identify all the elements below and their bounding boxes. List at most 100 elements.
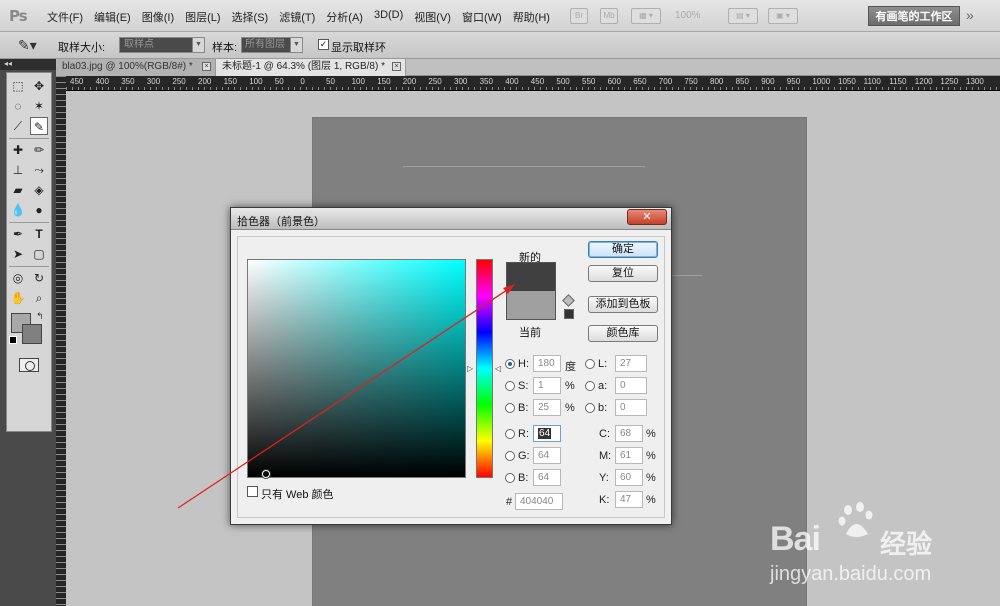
magenta-input[interactable]: 61 <box>615 447 643 464</box>
zoom-tool-icon[interactable]: ⌕ <box>30 289 48 307</box>
path-selection-tool-icon[interactable]: ➤ <box>9 245 27 263</box>
tab-bla03[interactable]: bla03.jpg @ 100%(RGB/8#) * × <box>56 59 216 76</box>
saturation-input[interactable]: 1 <box>533 377 561 394</box>
menu-window[interactable]: 窗口(W) <box>457 9 508 25</box>
3d-orbit-tool-icon[interactable]: ↻ <box>30 269 48 287</box>
hue-radio[interactable] <box>505 359 515 369</box>
hue-slider-arrow-right-icon[interactable]: ◁ <box>495 364 501 373</box>
jingyan-watermark-text: 经验 <box>880 529 933 559</box>
clone-stamp-tool-icon[interactable]: ⊥ <box>9 161 27 179</box>
close-icon[interactable]: × <box>202 62 211 71</box>
workspace-switcher-button[interactable]: 有画笔的工作区 <box>868 6 960 26</box>
pen-tool-icon[interactable]: ✒ <box>9 225 27 243</box>
green-radio[interactable] <box>505 451 515 461</box>
menu-3d[interactable]: 3D(D) <box>369 9 409 25</box>
add-to-swatches-button[interactable]: 添加到色板 <box>588 296 658 313</box>
quick-mask-button[interactable] <box>19 358 39 372</box>
hex-label: # <box>506 496 513 508</box>
healing-brush-tool-icon[interactable]: ✚ <box>9 141 27 159</box>
close-icon[interactable]: × <box>392 62 401 71</box>
zoom-level[interactable]: 100% <box>675 10 701 21</box>
ruler-tick-label: 100 <box>249 77 263 86</box>
show-ring-checkbox[interactable]: ✓ <box>318 39 329 50</box>
move-tool-icon[interactable]: ✥ <box>30 77 48 95</box>
menu-filter[interactable]: 滤镜(T) <box>274 9 321 25</box>
ruler-tick-label: 500 <box>556 77 570 86</box>
red-input[interactable]: 64 <box>533 425 561 442</box>
lab-a-radio[interactable] <box>585 381 595 391</box>
menu-view[interactable]: 视图(V) <box>409 9 457 25</box>
sample-size-select[interactable]: 取样点 ▼ <box>119 37 205 53</box>
shape-tool-icon[interactable]: ▢ <box>30 245 48 263</box>
red-radio[interactable] <box>505 429 515 439</box>
hue-slider[interactable] <box>476 259 493 478</box>
black-input[interactable]: 47 <box>615 491 643 508</box>
lab-b-radio[interactable] <box>585 403 595 413</box>
yellow-label: Y: <box>599 472 609 484</box>
paint-bucket-tool-icon[interactable]: ◈ <box>30 181 48 199</box>
green-input[interactable]: 64 <box>533 447 561 464</box>
eyedropper-tool-icon[interactable]: ✎ <box>30 117 48 135</box>
lab-l-radio[interactable] <box>585 359 595 369</box>
ruler-tick-label: 350 <box>121 77 135 86</box>
web-safe-color-swatch[interactable] <box>564 309 574 319</box>
cyan-input[interactable]: 68 <box>615 425 643 442</box>
mini-bridge-icon[interactable]: Mb <box>600 8 618 24</box>
default-colors-icon[interactable] <box>9 336 17 344</box>
current-color-preview[interactable] <box>506 291 556 320</box>
saturation-brightness-field[interactable] <box>247 259 466 478</box>
swap-colors-icon[interactable]: ↰ <box>36 311 44 322</box>
menu-select[interactable]: 选择(S) <box>227 9 275 25</box>
crop-tool-icon[interactable]: ⟋ <box>9 117 27 135</box>
marquee-tool-icon[interactable]: ⬚ <box>9 77 27 95</box>
view-extras-icon[interactable]: ▦ ▾ <box>631 8 661 24</box>
magic-wand-tool-icon[interactable]: ✶ <box>30 97 48 115</box>
hex-input[interactable]: 404040 <box>515 493 563 510</box>
double-chevron-right-icon[interactable]: » <box>966 7 974 23</box>
bridge-icon[interactable]: Br <box>570 8 588 24</box>
history-brush-tool-icon[interactable]: ⤳ <box>30 161 48 179</box>
ok-button[interactable]: 确定 <box>588 241 658 258</box>
toolbox-collapse-icon[interactable]: ◂◂ <box>0 59 56 70</box>
ruler-tick-label: 200 <box>198 77 212 86</box>
menu-layer[interactable]: 图层(L) <box>180 9 226 25</box>
hand-tool-icon[interactable]: ✋ <box>9 289 27 307</box>
hue-slider-arrow-left-icon[interactable]: ▷ <box>467 364 473 373</box>
blur-tool-icon[interactable]: 💧 <box>9 201 27 219</box>
close-button[interactable]: ✕ <box>627 209 667 225</box>
tab-untitled-1[interactable]: 未标题-1 @ 64.3% (图层 1, RGB/8) * × <box>216 59 406 76</box>
blue-input[interactable]: 64 <box>533 469 561 486</box>
web-colors-only-checkbox[interactable] <box>247 486 258 497</box>
eyedropper-tool-preset-icon[interactable]: ✎▾ <box>18 37 37 54</box>
lab-a-input[interactable]: 0 <box>615 377 647 394</box>
lab-l-input[interactable]: 27 <box>615 355 647 372</box>
color-field-cursor[interactable] <box>262 470 270 478</box>
3d-rotate-tool-icon[interactable]: ◎ <box>9 269 27 287</box>
menu-edit[interactable]: 编辑(E) <box>89 9 137 25</box>
screen-mode-icon[interactable]: ▣ ▾ <box>768 8 798 24</box>
dialog-titlebar[interactable]: 拾色器（前景色） ✕ <box>231 208 671 230</box>
menu-image[interactable]: 图像(I) <box>137 9 180 25</box>
type-tool-icon[interactable]: T <box>30 225 48 243</box>
foreground-color-swatch[interactable] <box>22 324 42 344</box>
brush-tool-icon[interactable]: ✏ <box>30 141 48 159</box>
brightness-radio[interactable] <box>505 403 515 413</box>
menu-help[interactable]: 帮助(H) <box>508 9 556 25</box>
lab-b-input[interactable]: 0 <box>615 399 647 416</box>
hue-input[interactable]: 180 <box>533 355 561 372</box>
document-tabs: bla03.jpg @ 100%(RGB/8#) * × 未标题-1 @ 64.… <box>56 59 1000 76</box>
menu-file[interactable]: 文件(F) <box>42 9 89 25</box>
blue-radio[interactable] <box>505 473 515 483</box>
reset-button[interactable]: 复位 <box>588 265 658 282</box>
menu-analysis[interactable]: 分析(A) <box>321 9 369 25</box>
dialog-title: 拾色器（前景色） <box>237 216 325 228</box>
dodge-tool-icon[interactable]: ● <box>30 201 48 219</box>
sample-select[interactable]: 所有图层 ▼ <box>241 37 303 53</box>
saturation-radio[interactable] <box>505 381 515 391</box>
color-libraries-button[interactable]: 颜色库 <box>588 325 658 342</box>
yellow-input[interactable]: 60 <box>615 469 643 486</box>
brightness-input[interactable]: 25 <box>533 399 561 416</box>
lasso-tool-icon[interactable]: ◌ <box>9 97 27 115</box>
arrange-docs-icon[interactable]: ▤ ▾ <box>728 8 758 24</box>
eraser-tool-icon[interactable]: ▰ <box>9 181 27 199</box>
